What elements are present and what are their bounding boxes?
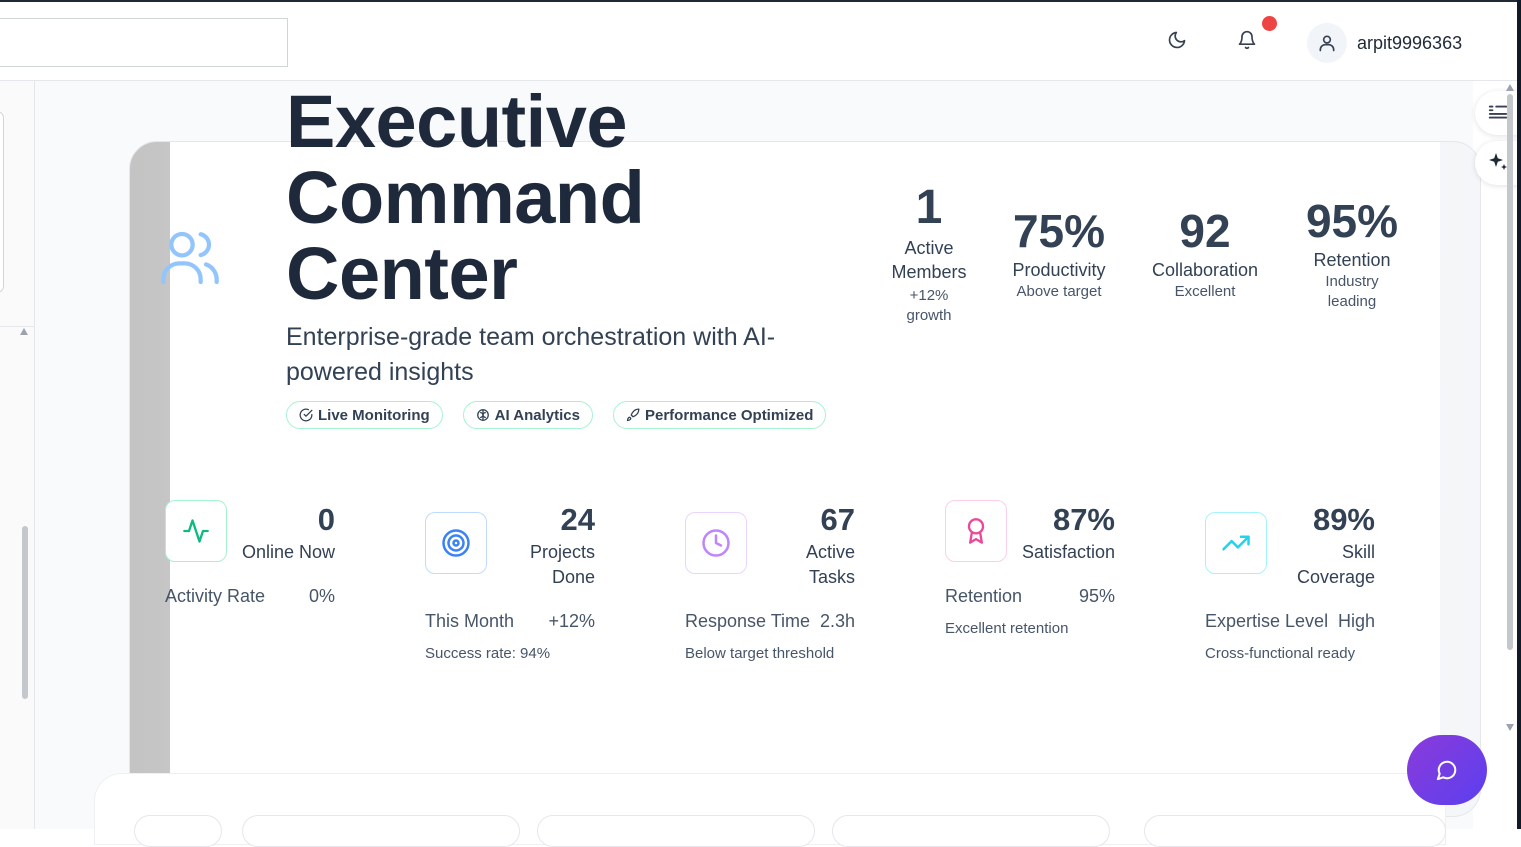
kpi-value: 24 — [560, 502, 595, 537]
search-input[interactable] — [0, 18, 288, 67]
kpi-row-label: Activity Rate — [165, 586, 266, 606]
stat-label: Retention — [1313, 250, 1391, 270]
kpi-row-label: Expertise Level — [1205, 611, 1329, 631]
stat-sub: Excellent — [1174, 283, 1236, 300]
stat-label: Productivity — [1012, 260, 1106, 280]
user-icon — [1319, 35, 1335, 52]
scrollbar-thumb[interactable] — [1507, 94, 1513, 650]
kpi-value: 89% — [1312, 502, 1375, 537]
kpi-icon-box — [685, 512, 747, 574]
chip-live-monitoring: Live Monitoring — [286, 401, 443, 429]
sidebar-divider — [0, 326, 34, 327]
window-edge — [1517, 0, 1521, 829]
scroll-up-arrow[interactable] — [1506, 84, 1514, 91]
scroll-down-arrow[interactable] — [1506, 724, 1514, 731]
tab-pill[interactable] — [242, 815, 520, 847]
stat-value: 1 — [915, 181, 943, 234]
chip-label: Performance Optimized — [644, 406, 814, 424]
kpi-label: Projects Done — [529, 542, 595, 587]
tab-pill[interactable] — [134, 815, 222, 847]
stat-retention: 95% Retention Industry leading — [1292, 194, 1412, 312]
tab-pill[interactable] — [832, 815, 1110, 847]
tab-pill[interactable] — [1144, 815, 1446, 847]
chip-label: AI Analytics — [494, 406, 580, 424]
stat-value: 92 — [1179, 205, 1231, 257]
stat-active-members: 1 Active Members +12% growth — [879, 180, 979, 326]
page-subtitle: Enterprise-grade team orchestration with… — [286, 323, 776, 386]
kpi-row-label: Response Time — [685, 611, 811, 631]
brain-icon — [476, 409, 489, 421]
page-title: Executive Command Center — [286, 80, 645, 315]
stat-value: 95% — [1305, 195, 1399, 247]
kpi-icon-box — [165, 500, 227, 562]
kpi-detail-row: Expertise Level High — [1205, 611, 1375, 632]
kpi-value: 0 — [317, 502, 335, 537]
stat-collaboration: 92 Collaboration Excellent — [1140, 204, 1270, 302]
kpi-detail-row: Activity Rate 0% — [165, 586, 335, 607]
trending-up-icon — [1222, 535, 1250, 551]
rocket-icon — [626, 408, 640, 422]
stat-sub: Above target — [1016, 283, 1102, 300]
chip-performance-optimized: Performance Optimized — [612, 401, 827, 429]
kpi-row-value: High — [1337, 611, 1375, 631]
kpi-row-value: 0% — [308, 586, 335, 606]
bell-icon — [1238, 30, 1256, 50]
kpi-label: Active Tasks — [805, 542, 855, 587]
stat-sub: Industry leading — [1325, 273, 1379, 310]
users-icon — [161, 231, 219, 285]
top-bar: arpit9996363 — [0, 0, 1517, 81]
kpi-icon-box — [425, 512, 487, 574]
activity-icon — [183, 519, 209, 543]
kpi-detail-row: This Month +12% — [425, 611, 595, 632]
kpi-row-value: 2.3h — [819, 611, 855, 631]
kpi-label: Skill Coverage — [1296, 542, 1375, 587]
kpi-label: Satisfaction — [1021, 542, 1115, 562]
target-icon — [442, 529, 470, 557]
kpi-note: Excellent retention — [945, 620, 1069, 637]
sidebar-scroll-up[interactable] — [20, 328, 28, 335]
kpi-row-label: This Month — [425, 611, 515, 631]
moon-icon — [1168, 31, 1186, 49]
dark-mode-toggle[interactable] — [1165, 28, 1189, 52]
stat-sub: +12% growth — [906, 287, 952, 324]
username: arpit9996363 — [1357, 32, 1463, 53]
chat-bubble-icon — [1436, 760, 1457, 781]
kpi-detail-row: Retention 95% — [945, 586, 1115, 607]
award-icon — [967, 518, 985, 544]
clock-icon — [702, 529, 730, 557]
avatar — [1307, 23, 1347, 63]
kpi-note: Success rate: 94% — [425, 645, 551, 662]
chat-button[interactable] — [1407, 735, 1487, 805]
sidebar-card — [0, 111, 4, 293]
kpi-label: Online Now — [241, 542, 335, 562]
check-circle-icon — [299, 408, 313, 422]
chip-ai-analytics: AI Analytics — [462, 401, 593, 429]
stat-label: Collaboration — [1151, 260, 1259, 280]
sidebar-scrollbar-thumb[interactable] — [22, 526, 28, 699]
kpi-row-label: Retention — [945, 586, 1023, 606]
stat-productivity: 75% Productivity Above target — [999, 204, 1119, 302]
tab-pill[interactable] — [537, 815, 815, 847]
kpi-note: Cross-functional ready — [1205, 645, 1356, 662]
kpi-row-value: +12% — [548, 611, 595, 631]
page-scrollbar[interactable] — [1505, 84, 1515, 829]
chip-label: Live Monitoring — [318, 406, 430, 424]
kpi-value: 67 — [820, 502, 855, 537]
kpi-icon-box — [945, 500, 1007, 562]
left-sidebar — [0, 81, 35, 829]
kpi-note: Below target threshold — [685, 645, 835, 662]
feature-chips: Live Monitoring AI Analytics Performance… — [286, 401, 827, 429]
kpi-value: 87% — [1052, 502, 1115, 537]
notification-badge — [1262, 16, 1277, 31]
kpi-icon-box — [1205, 512, 1267, 574]
stat-value: 75% — [1012, 205, 1106, 257]
notifications-button[interactable] — [1235, 28, 1259, 52]
user-menu[interactable]: arpit9996363 — [1307, 23, 1462, 63]
stat-label: Active Members — [891, 238, 967, 282]
kpi-row-value: 95% — [1078, 586, 1115, 606]
kpi-detail-row: Response Time 2.3h — [685, 611, 855, 632]
